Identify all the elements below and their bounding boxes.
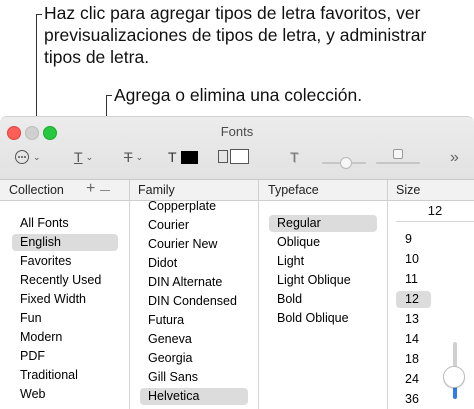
underline-menu-button[interactable]: T ⌄ [74, 149, 93, 165]
collection-item[interactable]: Fixed Width [12, 291, 118, 308]
collection-item[interactable]: Fun [12, 310, 118, 327]
collection-item[interactable]: Favorites [12, 253, 118, 270]
collection-item[interactable]: Traditional [12, 367, 118, 384]
collection-item[interactable]: PDF [12, 348, 118, 365]
shadow-blur-slider[interactable] [376, 149, 420, 164]
header-family: Family [138, 183, 175, 197]
size-item[interactable]: 12 [396, 291, 431, 308]
document-icon [218, 150, 228, 163]
typeface-item[interactable]: Regular [269, 215, 377, 232]
title-bar: Fonts ⌄ T ⌄ T ⌄ T T » [0, 117, 474, 180]
more-toolbar-button[interactable]: » [450, 149, 459, 167]
collection-item[interactable]: English [12, 234, 118, 251]
ellipsis-circle-icon [15, 150, 29, 164]
family-item[interactable]: Futura [140, 312, 248, 329]
collection-list: All Fonts English Favorites Recently Used Fi… [0, 201, 129, 409]
header-divider [387, 180, 388, 200]
slider-knob[interactable] [393, 149, 403, 159]
typeface-item[interactable]: Bold Oblique [269, 310, 377, 327]
family-item[interactable]: Geneva [140, 331, 248, 348]
text-color-icon: T [168, 149, 177, 165]
family-item[interactable]: Georgia [140, 350, 248, 367]
collection-item[interactable]: Web [12, 386, 118, 403]
header-divider [258, 180, 259, 200]
action-menu-button[interactable]: ⌄ [14, 149, 41, 165]
strikethrough-text-icon: T [124, 149, 133, 165]
add-collection-button[interactable]: + [86, 180, 95, 198]
collection-item[interactable]: Modern [12, 329, 118, 346]
family-item[interactable]: Helvetica [140, 388, 248, 405]
collection-item[interactable]: All Fonts [12, 215, 118, 232]
typeface-item[interactable]: Light Oblique [269, 272, 377, 289]
chevron-down-icon: ⌄ [33, 151, 41, 162]
window-title: Fonts [220, 124, 254, 139]
typeface-list: Regular Oblique Light Light Oblique Bold Bold… [259, 201, 387, 409]
size-input[interactable]: 12 [396, 201, 474, 222]
document-color-swatch [230, 149, 249, 164]
size-item[interactable]: 14 [396, 331, 431, 348]
size-item[interactable]: 24 [396, 371, 431, 388]
typeface-item[interactable]: Light [269, 253, 377, 270]
size-item[interactable]: 13 [396, 311, 431, 328]
remove-collection-icon[interactable] [100, 190, 110, 191]
header-typeface: Typeface [268, 183, 319, 197]
collection-item[interactable]: Recently Used [12, 272, 118, 289]
typeface-item[interactable]: Oblique [269, 234, 377, 251]
family-item[interactable]: DIN Condensed [140, 293, 248, 310]
family-item[interactable]: Gill Sans [140, 369, 248, 386]
header-collection: Collection [9, 183, 64, 197]
header-divider [129, 180, 130, 200]
underline-text-icon: T [74, 149, 83, 165]
text-shadow-button[interactable]: T [290, 149, 299, 165]
shadow-opacity-slider[interactable] [322, 157, 366, 169]
family-item[interactable]: Copperplate [140, 201, 248, 215]
text-color-button[interactable]: T [168, 149, 198, 165]
strikethrough-menu-button[interactable]: T ⌄ [124, 149, 143, 165]
chevron-down-icon: ⌄ [135, 151, 144, 162]
fonts-window: Fonts ⌄ T ⌄ T ⌄ T T » Collection + Famil… [0, 116, 474, 409]
family-item[interactable]: Didot [140, 255, 248, 272]
column-header-bar: Collection + Family Typeface Size [0, 180, 474, 201]
typeface-item[interactable]: Bold [269, 291, 377, 308]
family-item[interactable]: DIN Alternate [140, 274, 248, 291]
family-list: Copperplate Courier Courier New Didot DIN Al… [130, 201, 258, 409]
document-color-button[interactable] [218, 149, 249, 164]
size-item[interactable]: 10 [396, 251, 431, 268]
size-item[interactable]: 36 [396, 391, 431, 408]
text-color-swatch [180, 150, 198, 164]
slider-knob[interactable] [340, 157, 352, 169]
size-item[interactable]: 11 [396, 271, 431, 288]
chevron-down-icon: ⌄ [85, 151, 94, 162]
header-size: Size [396, 183, 421, 197]
size-item[interactable]: 9 [396, 231, 431, 248]
size-item[interactable]: 18 [396, 351, 431, 368]
family-item[interactable]: Courier New [140, 236, 248, 253]
family-item[interactable]: Courier [140, 217, 248, 234]
text-shadow-icon: T [290, 149, 299, 165]
callout-collection: Agrega o elimina una colección. [114, 85, 363, 105]
callout-favorites: Haz clic para agregar tipos de letra fav… [44, 3, 427, 67]
